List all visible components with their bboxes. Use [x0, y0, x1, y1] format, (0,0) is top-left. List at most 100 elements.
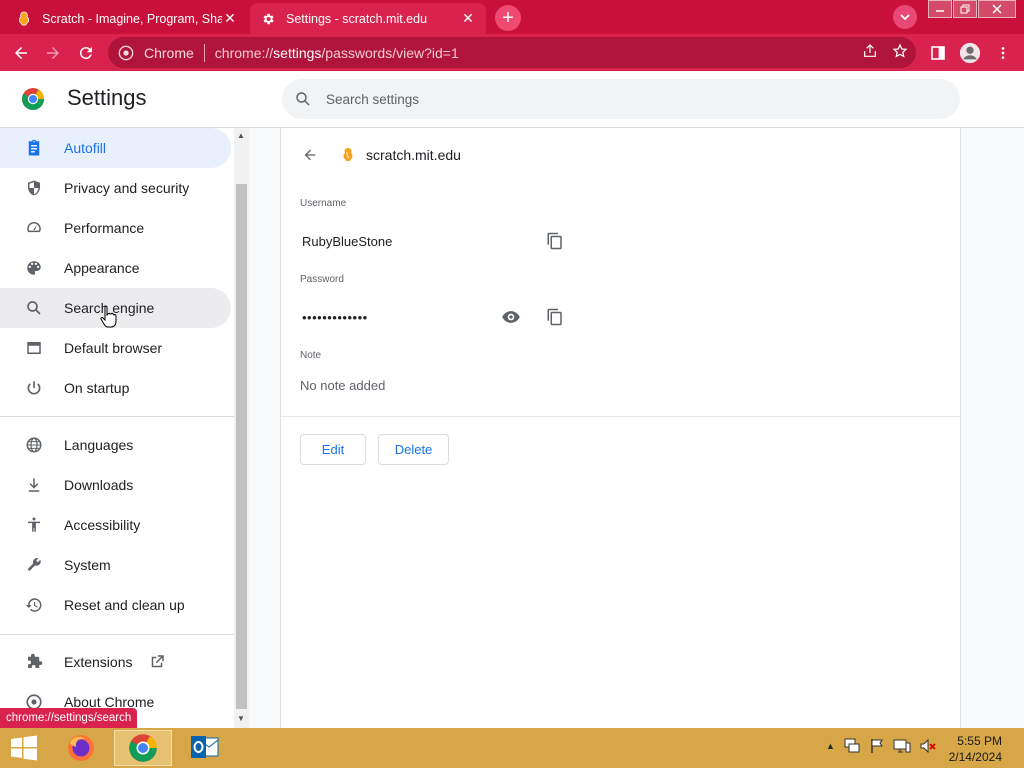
scratch-favicon-icon: [16, 11, 32, 27]
volume-muted-icon[interactable]: [919, 738, 937, 754]
flag-icon[interactable]: [869, 738, 885, 754]
close-tab-icon[interactable]: ✕: [222, 10, 238, 27]
sidebar-item-extensions[interactable]: Extensions: [0, 642, 231, 682]
card-divider: [281, 416, 960, 417]
profile-button[interactable]: [957, 40, 983, 66]
password-detail-card: scratch.mit.edu Username RubyBlueStone P…: [280, 128, 961, 728]
edit-button[interactable]: Edit: [300, 434, 366, 465]
forward-button[interactable]: [40, 40, 66, 66]
site-chip[interactable]: Chrome: [108, 45, 194, 61]
page-title: Settings: [67, 85, 147, 110]
minimize-button[interactable]: [928, 0, 952, 18]
reload-icon: [79, 47, 92, 60]
restore-button[interactable]: [953, 0, 977, 18]
copy-username-button[interactable]: [543, 229, 567, 253]
settings-search-input[interactable]: [326, 91, 926, 107]
open-external-icon: [148, 653, 166, 671]
power-icon: [24, 378, 44, 398]
sidebar-item-autofill[interactable]: Autofill: [0, 128, 231, 168]
show-hidden-icons-icon[interactable]: ▲: [826, 741, 835, 751]
chrome-menu-button[interactable]: [990, 40, 1016, 66]
back-to-passwords-button[interactable]: [299, 144, 321, 166]
close-window-button[interactable]: [978, 0, 1016, 18]
sidebar-item-label: Performance: [64, 220, 145, 236]
avatar-icon: [959, 42, 981, 64]
firefox-icon: [68, 735, 94, 761]
password-label: Password: [300, 274, 344, 285]
sidebar-item-label: Privacy and security: [64, 180, 190, 196]
close-tab-icon[interactable]: ✕: [460, 10, 476, 27]
sidebar-item-performance[interactable]: Performance: [0, 208, 231, 248]
search-icon: [24, 298, 44, 318]
delete-button[interactable]: Delete: [378, 434, 449, 465]
sidebar-item-reset[interactable]: Reset and clean up: [0, 585, 231, 625]
sidebar-item-label: Extensions: [64, 654, 133, 670]
sidebar-item-label: Reset and clean up: [64, 597, 185, 613]
windows-start-icon[interactable]: [10, 735, 38, 761]
username-value: RubyBlueStone: [302, 234, 393, 249]
sidebar-divider: [0, 634, 234, 635]
tab-settings[interactable]: Settings - scratch.mit.edu ✕: [250, 3, 486, 34]
clock-time: 5:55 PM: [957, 734, 1002, 748]
settings-header: Settings: [0, 71, 1024, 128]
note-value: No note added: [300, 378, 386, 393]
sidebar-item-label: Languages: [64, 437, 134, 453]
site-name: scratch.mit.edu: [366, 147, 461, 163]
tab-strip: Scratch - Imagine, Program, Share ✕ Sett…: [0, 0, 1024, 34]
tab-scratch[interactable]: Scratch - Imagine, Program, Share ✕: [6, 3, 248, 34]
windows-taskbar: ▲ 5:55 PM 2/14/2024: [0, 728, 1024, 768]
scroll-up-arrow-icon[interactable]: ▲: [237, 131, 245, 140]
username-label: Username: [300, 198, 347, 209]
copy-password-button[interactable]: [543, 305, 567, 329]
more-vert-icon: [1001, 47, 1005, 59]
sidebar-item-accessibility[interactable]: Accessibility: [0, 505, 231, 545]
tab-search-button[interactable]: [893, 5, 917, 29]
wrench-icon: [24, 555, 44, 575]
sidebar-scrollbar[interactable]: ▲ ▼: [234, 128, 249, 728]
site-chip-label: Chrome: [144, 44, 194, 61]
shield-icon: [24, 178, 44, 198]
tab-title: Scratch - Imagine, Program, Share: [42, 11, 222, 26]
scrollbar-thumb[interactable]: [236, 184, 247, 709]
omnibox-divider: [203, 43, 205, 62]
display-icon[interactable]: [893, 738, 911, 754]
network-icon[interactable]: [843, 738, 861, 754]
settings-search-box[interactable]: [282, 79, 960, 119]
taskbar-outlook[interactable]: [176, 730, 234, 766]
sidebar-item-appearance[interactable]: Appearance: [0, 248, 231, 288]
hand-cursor-icon: [100, 305, 117, 328]
eye-icon: [502, 311, 520, 323]
copy-icon: [547, 232, 562, 250]
sidebar-item-languages[interactable]: Languages: [0, 425, 231, 465]
sidebar-item-system[interactable]: System: [0, 545, 231, 585]
chevron-down-icon: [900, 14, 910, 21]
new-tab-button[interactable]: +: [495, 5, 521, 31]
password-value: •••••••••••••: [302, 310, 368, 325]
arrow-left-icon: [304, 149, 316, 161]
taskbar-firefox[interactable]: [52, 730, 110, 766]
browser-icon: [24, 338, 44, 358]
sidebar-item-downloads[interactable]: Downloads: [0, 465, 231, 505]
reload-button[interactable]: [73, 40, 99, 66]
side-panel-button[interactable]: [925, 40, 951, 66]
speedometer-icon: [24, 218, 44, 238]
sidebar-item-privacy[interactable]: Privacy and security: [0, 168, 231, 208]
settings-main: scratch.mit.edu Username RubyBlueStone P…: [249, 128, 1024, 728]
back-button[interactable]: [8, 40, 34, 66]
taskbar-chrome[interactable]: [114, 730, 172, 766]
sidebar-item-label: Default browser: [64, 340, 163, 356]
chrome-icon: [118, 45, 134, 60]
puzzle-icon: [24, 652, 44, 672]
star-icon[interactable]: [892, 43, 908, 59]
share-icon[interactable]: [862, 43, 878, 59]
scroll-down-arrow-icon[interactable]: ▼: [237, 714, 245, 723]
url-text: chrome://settings/passwords/view?id=1: [214, 44, 459, 61]
show-password-button[interactable]: [499, 305, 523, 329]
system-tray: ▲: [826, 738, 937, 754]
sidebar-item-default-browser[interactable]: Default browser: [0, 328, 231, 368]
sidebar-item-on-startup[interactable]: On startup: [0, 368, 231, 408]
link-status-bubble: chrome://settings/search: [0, 708, 138, 728]
chrome-icon: [129, 734, 157, 762]
taskbar-clock[interactable]: 5:55 PM 2/14/2024: [949, 733, 1002, 765]
address-bar[interactable]: Chrome chrome://settings/passwords/view?…: [108, 37, 916, 68]
